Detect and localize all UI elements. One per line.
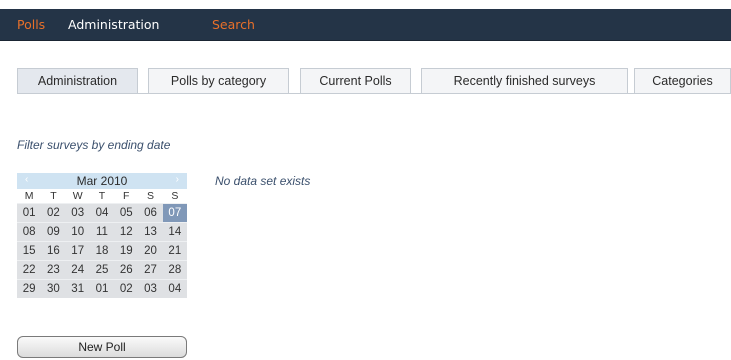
calendar-day[interactable]: 29 [17,280,41,298]
calendar-day[interactable]: 30 [41,280,65,298]
calendar-day[interactable]: 14 [163,223,187,241]
calendar-day[interactable]: 04 [90,204,114,222]
tab-recently-finished-surveys[interactable]: Recently finished surveys [421,68,628,93]
calendar-day[interactable]: 01 [90,280,114,298]
new-poll-button[interactable]: New Poll [17,336,187,358]
calendar-day[interactable]: 26 [114,261,138,279]
calendar-weekday-label: S [147,190,155,202]
tab-current-polls[interactable]: Current Polls [300,68,411,93]
calendar-day[interactable]: 19 [114,242,138,260]
calendar-day[interactable]: 02 [114,280,138,298]
top-navigation-bar: Polls Administration Search [0,9,731,41]
date-picker-calendar: ‹ Mar 2010 › MTWTFSS 01 02 03 04 05 06 07 08 09 1… [17,173,187,298]
nav-link-search[interactable]: Search [212,17,255,32]
calendar-weekday-label: F [123,190,130,202]
calendar-header: ‹ Mar 2010 › [17,173,187,189]
tab-administration[interactable]: Administration [17,68,138,93]
calendar-day[interactable]: 11 [90,223,114,241]
calendar-day[interactable]: 04 [163,280,187,298]
calendar-day[interactable]: 18 [90,242,114,260]
calendar-week-row: 22 23 24 25 26 27 28 [17,260,187,279]
calendar-day[interactable]: 17 [66,242,90,260]
calendar-weekday-label: W [72,190,83,202]
filter-label: Filter surveys by ending date [17,138,171,152]
calendar-day[interactable]: 31 [66,280,90,298]
tab-categories[interactable]: Categories [634,68,731,93]
calendar-day[interactable]: 05 [114,204,138,222]
calendar-day[interactable]: 10 [66,223,90,241]
tab-polls-by-category[interactable]: Polls by category [148,68,289,93]
calendar-day[interactable]: 16 [41,242,65,260]
calendar-day[interactable]: 21 [163,242,187,260]
calendar-day-grid: 01 02 03 04 05 06 07 08 09 10 11 12 13 14 15 16 17 18 19 20… [17,203,187,298]
chevron-right-icon[interactable]: › [176,174,179,185]
calendar-day[interactable]: 25 [90,261,114,279]
calendar-week-row: 01 02 03 04 05 06 07 [17,203,187,222]
calendar-day[interactable]: 12 [114,223,138,241]
calendar-weekday-label: T [98,190,106,202]
no-data-message: No data set exists [215,174,311,188]
calendar-day[interactable]: 23 [41,261,65,279]
calendar-day[interactable]: 20 [138,242,162,260]
calendar-week-row: 08 09 10 11 12 13 14 [17,222,187,241]
calendar-day[interactable]: 03 [66,204,90,222]
calendar-day[interactable]: 02 [41,204,65,222]
calendar-month-title: Mar 2010 [76,174,128,188]
nav-link-administration[interactable]: Administration [68,17,159,32]
calendar-weekday-label: M [24,190,34,202]
calendar-weekday-label: T [50,190,57,202]
calendar-day[interactable]: 24 [66,261,90,279]
calendar-day[interactable]: 22 [17,261,41,279]
calendar-weekday-label: S [171,190,179,202]
calendar-day[interactable]: 13 [138,223,162,241]
calendar-day[interactable]: 27 [138,261,162,279]
calendar-day[interactable]: 09 [41,223,65,241]
calendar-weekday-header: MTWTFSS [17,189,187,203]
tab-divider [17,93,731,94]
calendar-day[interactable]: 01 [17,204,41,222]
calendar-week-row: 15 16 17 18 19 20 21 [17,241,187,260]
calendar-day[interactable]: 08 [17,223,41,241]
calendar-day[interactable]: 06 [138,204,162,222]
nav-link-polls[interactable]: Polls [17,17,45,32]
calendar-day[interactable]: 15 [17,242,41,260]
calendar-day[interactable]: 03 [138,280,162,298]
calendar-day[interactable]: 28 [163,261,187,279]
calendar-day[interactable]: 07 [162,204,187,222]
calendar-week-row: 29 30 31 01 02 03 04 [17,279,187,298]
